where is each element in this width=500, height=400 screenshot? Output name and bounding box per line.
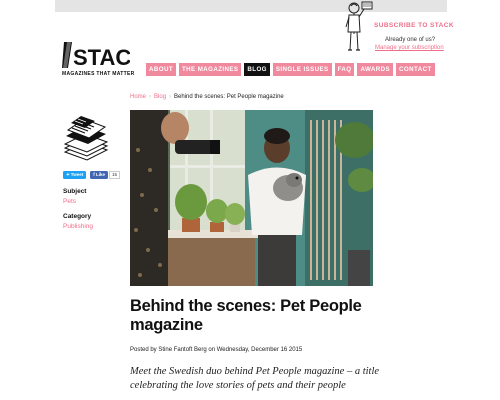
site-tagline: MAGAZINES THAT MATTER xyxy=(62,71,135,77)
breadcrumb-current: Behind the scenes: Pet People magazine xyxy=(174,94,284,100)
subject-link[interactable]: Pets xyxy=(63,198,76,205)
facebook-like-button[interactable]: f Like 15 xyxy=(90,171,120,179)
tweet-button[interactable]: ✦ Tweet xyxy=(63,171,87,179)
breadcrumb-blog[interactable]: Blog xyxy=(154,94,166,100)
category-link[interactable]: Publishing xyxy=(63,223,93,230)
subject-label: Subject xyxy=(63,188,87,195)
breadcrumb: Home › Blog › Behind the scenes: Pet People … xyxy=(130,94,284,100)
article-lede: Meet the Swedish duo behind Pet People m… xyxy=(130,366,380,391)
article-byline: Posted by Stine Fantoft Berg on Wednesda… xyxy=(130,347,303,353)
tweet-label: Tweet xyxy=(70,172,84,177)
nav-single-issues[interactable]: SINGLE ISSUES xyxy=(272,63,332,76)
nav-contact[interactable]: CONTACT xyxy=(396,63,435,76)
already-subscriber-text: Already one of us? xyxy=(385,37,436,43)
subscriber-illustration-icon xyxy=(343,0,377,54)
main-nav: ABOUT THE MAGAZINES BLOG SINGLE ISSUES F… xyxy=(146,63,435,76)
hero-image xyxy=(130,110,373,286)
share-buttons: ✦ Tweet f Like 15 xyxy=(63,171,120,179)
nav-about[interactable]: ABOUT xyxy=(146,63,176,76)
nav-faq[interactable]: FAQ xyxy=(334,63,355,76)
subscribe-link[interactable]: SUBSCRIBE TO STACK xyxy=(374,22,454,29)
top-bar xyxy=(55,0,447,12)
breadcrumb-home[interactable]: Home xyxy=(130,94,146,100)
stack-logo-icon: STACK xyxy=(62,42,130,70)
nav-the-magazines[interactable]: THE MAGAZINES xyxy=(179,63,242,76)
logo-text: STACK xyxy=(73,45,130,70)
manage-subscription-link[interactable]: Manage your subscription xyxy=(375,45,444,51)
twitter-bird-icon: ✦ xyxy=(66,172,70,177)
breadcrumb-separator: › xyxy=(169,94,172,100)
magazine-stack-icon xyxy=(63,114,109,164)
breadcrumb-separator: › xyxy=(149,94,152,100)
like-label: Like xyxy=(95,172,105,177)
category-label: Category xyxy=(63,213,92,220)
nav-awards[interactable]: AWARDS xyxy=(357,63,394,76)
nav-blog[interactable]: BLOG xyxy=(244,63,270,76)
article-title: Behind the scenes: Pet People magazine xyxy=(130,297,362,334)
like-count: 15 xyxy=(108,171,120,179)
